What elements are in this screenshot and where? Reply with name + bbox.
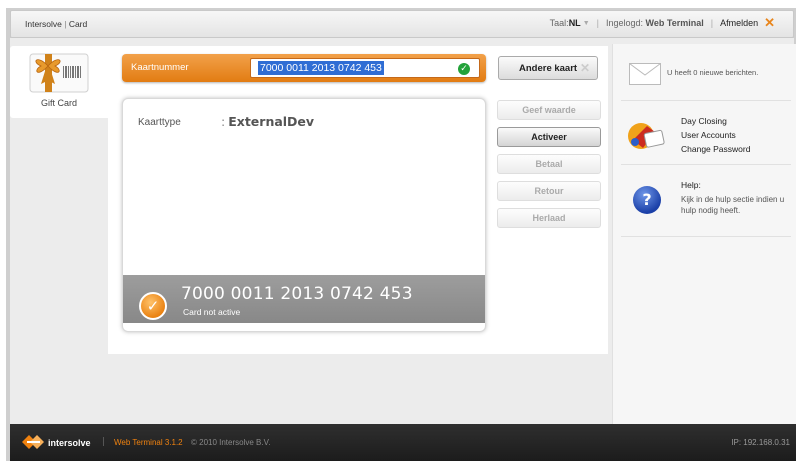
footer-ip: IP: 192.168.0.31	[731, 438, 790, 447]
breadcrumb-section[interactable]: Card	[69, 19, 87, 29]
card-number-input[interactable]: 7000 0011 2013 0742 453 ✓	[250, 58, 480, 78]
help-text: Kijk in de hulp sectie indien u hulp nod…	[681, 195, 785, 215]
close-icon[interactable]: ✕	[764, 16, 775, 29]
change-password-link[interactable]: Change Password	[681, 142, 750, 156]
divider	[621, 100, 791, 101]
right-sidebar: U heeft 0 nieuwe berichten. Day Closing …	[612, 44, 796, 424]
logged-in-label: Ingelogd:	[605, 18, 644, 28]
help-icon[interactable]: ?	[633, 186, 661, 214]
session-info: Taal: NL ▼ | Ingelogd: Web Terminal | Af…	[549, 15, 775, 30]
card-details-panel: Kaarttype : ExternalDev ✓ 7000 0011 2013 …	[122, 98, 486, 332]
gift-card-icon	[29, 53, 89, 93]
language-label: Taal:	[549, 18, 569, 28]
status-check-icon: ✓	[139, 292, 167, 320]
card-number-bar: Kaartnummer 7000 0011 2013 0742 453 ✓	[122, 54, 486, 82]
breadcrumb-app[interactable]: Intersolve	[25, 19, 62, 29]
action-reload-button[interactable]: Herlaad	[497, 208, 601, 228]
nav-gift-card[interactable]: Gift Card	[10, 46, 108, 118]
footer-copyright: © 2010 Intersolve B.V.	[191, 438, 271, 447]
close-icon: ✕	[579, 61, 590, 75]
action-activate-button[interactable]: Activeer	[497, 127, 601, 147]
footer-brand: intersolve	[48, 438, 91, 448]
footer-version: Web Terminal 3.1.2	[114, 438, 183, 447]
top-bar: Intersolve | Card Taal: NL ▼ | Ingelogd:…	[10, 10, 794, 38]
card-number-label: Kaartnummer	[131, 62, 189, 73]
status-card-number: 7000 0011 2013 0742 453	[181, 284, 413, 304]
footer: intersolve | Web Terminal 3.1.2 © 2010 I…	[10, 424, 796, 461]
logout-link[interactable]: Afmelden	[720, 18, 758, 28]
action-return-button[interactable]: Retour	[497, 181, 601, 201]
day-closing-link[interactable]: Day Closing	[681, 114, 750, 128]
envelope-icon[interactable]	[629, 63, 661, 85]
breadcrumb: Intersolve | Card	[25, 19, 88, 29]
card-type-label: Kaarttype	[138, 117, 181, 128]
nav-gift-card-label: Gift Card	[40, 98, 77, 108]
card-type-value-wrapper: : ExternalDev	[221, 114, 315, 129]
user-accounts-link[interactable]: User Accounts	[681, 128, 750, 142]
language-selector[interactable]: NL	[569, 18, 581, 28]
card-type-value: ExternalDev	[228, 114, 315, 129]
divider	[621, 164, 791, 165]
check-icon: ✓	[458, 63, 470, 75]
chevron-down-icon[interactable]: ▼	[583, 20, 590, 27]
admin-links: Day Closing User Accounts Change Passwor…	[681, 114, 750, 156]
action-pay-button[interactable]: Betaal	[497, 154, 601, 174]
divider	[621, 236, 791, 237]
settings-tools-icon	[628, 123, 665, 149]
action-give-value-button[interactable]: Geef waarde	[497, 100, 601, 120]
intersolve-logo-icon	[22, 435, 44, 449]
help-title: Help:	[681, 180, 701, 190]
card-status-strip: ✓ 7000 0011 2013 0742 453 Card not activ…	[123, 275, 485, 323]
current-user: Web Terminal	[645, 18, 704, 28]
other-card-label: Andere kaart	[519, 63, 578, 74]
messages-text[interactable]: U heeft 0 nieuwe berichten.	[667, 68, 758, 77]
other-card-button[interactable]: Andere kaart ✕	[498, 56, 598, 80]
status-text: Card not active	[183, 307, 241, 317]
card-number-value[interactable]: 7000 0011 2013 0742 453	[258, 61, 384, 75]
